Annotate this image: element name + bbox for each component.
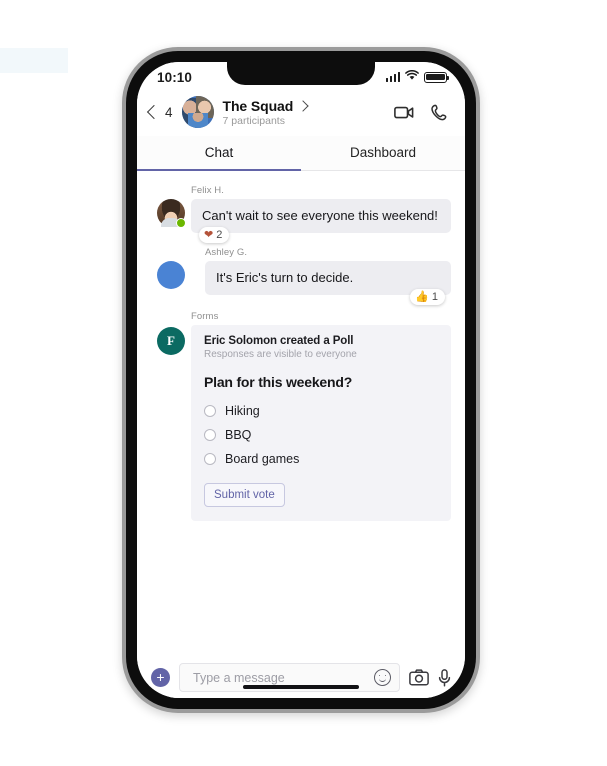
audio-call-button[interactable] (431, 104, 447, 121)
wifi-icon (405, 68, 419, 86)
chat-title: The Squad (222, 97, 294, 114)
poll-app-label: Forms (191, 311, 219, 323)
message-input[interactable] (191, 669, 374, 686)
poll-option-bbq[interactable]: BBQ (204, 423, 438, 447)
back-count-badge: 4 (165, 104, 173, 120)
status-time: 10:10 (157, 69, 193, 85)
chat-header: 4 The Squad 7 participants (137, 92, 465, 136)
header-actions (394, 104, 449, 121)
phone-bezel: 10:10 4 The Squad 7 participants Chat Da… (126, 51, 476, 709)
group-avatar[interactable] (181, 96, 214, 128)
poll-card-subtitle: Responses are visible to everyone (204, 349, 357, 361)
poll-question: Plan for this weekend? (204, 374, 353, 391)
presence-available-icon (176, 218, 186, 228)
message-sender: Felix H. (191, 185, 224, 196)
phone-frame: 10:10 4 The Squad 7 participants Chat Da… (122, 47, 480, 713)
radio-icon[interactable] (204, 405, 216, 418)
avatar-column (151, 185, 191, 228)
message-content: Ashley G. It's Eric's turn to decide. 👍 … (191, 247, 451, 306)
forms-app-avatar[interactable]: F (157, 327, 185, 356)
message-content: Felix H. Can't wait to see everyone this… (191, 185, 451, 244)
avatar[interactable] (157, 261, 185, 290)
poll-option-board-games[interactable]: Board games (204, 447, 438, 471)
radio-icon[interactable] (204, 429, 216, 442)
background-artifact (0, 48, 68, 73)
poll-card-title: Eric Solomon created a Poll (204, 335, 354, 348)
participants-count: 7 participants (222, 114, 285, 127)
emoji-smiley-icon[interactable] (374, 669, 391, 686)
message-list[interactable]: Felix H. Can't wait to see everyone this… (137, 171, 465, 604)
avatar-column: F (151, 311, 191, 356)
submit-vote-button[interactable]: Submit vote (204, 483, 285, 508)
chat-title-block[interactable]: The Squad 7 participants (223, 98, 394, 127)
reaction-count: 2 (216, 229, 223, 242)
poll-content: Forms Eric Solomon created a Poll Respon… (191, 311, 451, 522)
poll-option-hiking[interactable]: Hiking (204, 399, 438, 423)
status-icons (385, 68, 450, 86)
avatar[interactable] (157, 199, 186, 228)
compose-bar: + (137, 653, 465, 698)
heart-icon: ❤ (204, 228, 214, 241)
home-indicator (243, 685, 359, 689)
back-button[interactable]: 4 (146, 104, 173, 120)
phone-notch (227, 62, 375, 85)
reaction-bar: 👍 1 (191, 289, 451, 306)
reaction-bar: ❤ 2 (191, 227, 451, 244)
tab-chat[interactable]: Chat (137, 136, 301, 171)
poll-option-label: Board games (225, 452, 300, 467)
message-item-felix: Felix H. Can't wait to see everyone this… (151, 185, 451, 244)
camera-button[interactable] (409, 669, 429, 686)
reaction-count: 1 (431, 291, 438, 304)
reaction-heart[interactable]: ❤ 2 (199, 227, 230, 244)
phone-screen: 10:10 4 The Squad 7 participants Chat Da… (137, 62, 465, 698)
avatar-column (151, 247, 191, 290)
thumbs-up-icon: 👍 (415, 290, 429, 303)
poll-card[interactable]: Eric Solomon created a Poll Responses ar… (191, 325, 451, 522)
video-call-button[interactable] (394, 105, 414, 120)
tab-dashboard[interactable]: Dashboard (301, 136, 465, 170)
poll-option-label: BBQ (225, 428, 252, 443)
cellular-signal-icon (385, 72, 400, 82)
chevron-right-icon (297, 99, 309, 112)
add-attachment-button[interactable]: + (151, 668, 170, 687)
chevron-left-icon (146, 104, 162, 120)
radio-icon[interactable] (204, 453, 216, 466)
message-item-poll: F Forms Eric Solomon created a Poll Resp… (151, 311, 451, 522)
forms-icon: F (167, 333, 175, 349)
battery-icon (424, 71, 450, 83)
message-sender: Ashley G. (205, 247, 248, 259)
microphone-button[interactable] (438, 668, 451, 687)
message-item-ashley: Ashley G. It's Eric's turn to decide. 👍 … (151, 247, 451, 306)
poll-option-label: Hiking (225, 404, 260, 419)
tab-bar: Chat Dashboard (137, 136, 465, 171)
reaction-thumbsup[interactable]: 👍 1 (410, 289, 445, 306)
